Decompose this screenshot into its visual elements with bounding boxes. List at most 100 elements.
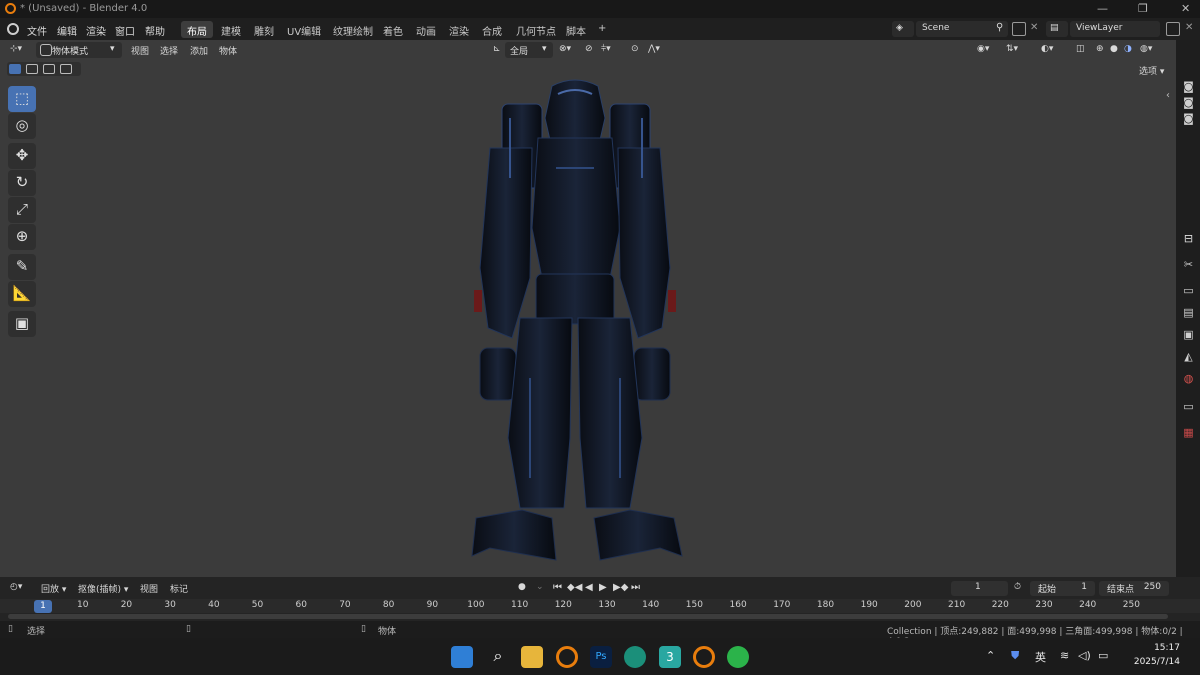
collection-properties-icon[interactable]: ▭ — [1182, 400, 1195, 413]
play-icon[interactable]: ▶ — [599, 582, 607, 593]
tab-texture-paint[interactable]: 纹理绘制 — [327, 21, 379, 38]
viewlayer-name-field[interactable]: ViewLayer — [1070, 21, 1160, 37]
menu-add[interactable]: 添加 — [190, 44, 208, 58]
scale-tool[interactable]: ⤢ — [8, 197, 36, 223]
timeline-scrollbar[interactable] — [8, 614, 1168, 619]
snap-icon[interactable]: ⊘ — [585, 44, 593, 58]
snap-target-icon[interactable]: ⫩▾ — [601, 44, 611, 58]
annotate-tool[interactable]: ✎ — [8, 254, 36, 280]
tab-animation[interactable]: 动画 — [410, 21, 442, 38]
new-viewlayer-icon[interactable] — [1166, 22, 1180, 36]
wireframe-shading-icon[interactable]: ⊕ — [1096, 44, 1104, 58]
tab-rendering[interactable]: 渲染 — [443, 21, 475, 38]
3d-viewport[interactable]: ⊹▾ 物体模式 ▾ 视图 选择 添加 物体 ⊾ 全局 ▾ ⊗▾ ⊘ ⫩▾ ⊙ ⋀… — [0, 40, 1188, 577]
volume-icon[interactable]: ◁) — [1078, 649, 1091, 662]
menu-playback[interactable]: 回放 ▾ — [41, 582, 66, 595]
menu-marker[interactable]: 标记 — [170, 582, 188, 595]
tab-layout[interactable]: 布局 — [181, 21, 213, 38]
blender-taskbar-icon[interactable] — [556, 646, 578, 668]
tab-compositing[interactable]: 合成 — [476, 21, 508, 38]
menu-edit[interactable]: 编辑 — [57, 23, 77, 38]
security-icon[interactable]: ⛊ — [1011, 649, 1019, 663]
timeline-editor-type-icon[interactable]: ◴▾ — [10, 582, 22, 592]
play-reverse-icon[interactable]: ◀ — [585, 582, 593, 593]
render-properties-icon[interactable]: ▭ — [1182, 284, 1195, 297]
armored-character-model[interactable] — [460, 78, 690, 564]
menu-timeline-view[interactable]: 视图 — [140, 582, 158, 595]
menu-window[interactable]: 窗口 — [115, 23, 135, 38]
tool-settings-icon[interactable]: ✂ — [1182, 258, 1195, 271]
select-extend-icon[interactable] — [26, 64, 38, 74]
close-icon[interactable]: ✕ — [1181, 2, 1190, 15]
maximize-icon[interactable]: ❐ — [1138, 2, 1148, 15]
clock-date[interactable]: 2025/7/14 — [1118, 657, 1180, 667]
pivot-icon[interactable]: ⊗▾ — [559, 44, 571, 58]
scene-name-field[interactable]: Scene — [916, 21, 1008, 37]
3dsmax-icon[interactable]: 3 — [659, 646, 681, 668]
move-tool[interactable]: ✥ — [8, 143, 36, 169]
menu-render[interactable]: 渲染 — [86, 23, 106, 38]
texture-properties-icon[interactable]: ▦ — [1182, 426, 1195, 439]
tab-modeling[interactable]: 建模 — [215, 21, 247, 38]
camera-icon[interactable]: ◙ — [1182, 96, 1195, 109]
output-properties-icon[interactable]: ▤ — [1182, 306, 1195, 319]
menu-keying[interactable]: 抠像(插帧) ▾ — [78, 582, 128, 595]
rotate-tool[interactable]: ↻ — [8, 170, 36, 196]
delete-viewlayer-icon[interactable]: ✕ — [1185, 22, 1193, 33]
view-layer-properties-icon[interactable]: ▣ — [1182, 328, 1195, 341]
world-properties-icon[interactable]: ◍ — [1182, 372, 1195, 385]
delete-scene-icon[interactable]: ✕ — [1030, 22, 1038, 33]
viewlayer-browse-button[interactable]: ▤ — [1046, 21, 1068, 37]
select-box-tool[interactable]: ⬚ — [8, 86, 36, 112]
select-new-icon[interactable] — [9, 64, 21, 74]
gizmo-icon[interactable]: ⇅▾ — [1006, 44, 1018, 58]
edge-browser-icon[interactable] — [624, 646, 646, 668]
overlay-icon[interactable]: ◐▾ — [1041, 44, 1053, 58]
tab-uv-editing[interactable]: UV编辑 — [281, 21, 327, 38]
record-icon[interactable]: ● — [518, 582, 526, 592]
camera-icon[interactable]: ◙ — [1182, 112, 1195, 125]
tab-shading[interactable]: 着色 — [377, 21, 409, 38]
select-invert-icon[interactable] — [60, 64, 72, 74]
menu-file[interactable]: 文件 — [27, 23, 47, 38]
playhead[interactable]: 1 — [34, 600, 52, 613]
solid-shading-icon[interactable]: ● — [1110, 44, 1118, 58]
menu-object[interactable]: 物体 — [219, 44, 237, 58]
next-keyframe-icon[interactable]: ▶◆ — [613, 582, 628, 593]
mode-dropdown[interactable]: 物体模式 ▾ — [36, 42, 122, 58]
falloff-icon[interactable]: ⋀▾ — [648, 44, 660, 58]
tab-geometry-nodes[interactable]: 几何节点 — [510, 21, 562, 38]
editor-type-icon[interactable]: ⊹▾ — [10, 44, 22, 58]
menu-help[interactable]: 帮助 — [145, 23, 165, 38]
visibility-icon[interactable]: ◉▾ — [977, 44, 989, 58]
cursor-tool[interactable]: ◎ — [8, 113, 36, 139]
sidebar-toggle-icon[interactable]: ‹ — [1166, 90, 1170, 101]
menu-select[interactable]: 选择 — [160, 44, 178, 58]
tab-scripting[interactable]: 脚本 — [560, 21, 592, 38]
frame-ruler[interactable]: 1 10 20 30 40 50 60 70 80 90 100 110 120 130 140 150 16… — [0, 599, 1200, 613]
tray-overflow-icon[interactable]: ⌃ — [986, 649, 995, 662]
new-scene-icon[interactable] — [1012, 22, 1026, 36]
stopwatch-icon[interactable]: ⏱ — [1014, 582, 1021, 592]
jump-end-icon[interactable]: ⏭ — [631, 582, 640, 593]
jump-start-icon[interactable]: ⏮ — [553, 582, 562, 593]
keying-set-icon[interactable]: ⌄ — [536, 582, 544, 592]
rendered-shading-icon[interactable]: ◍▾ — [1140, 44, 1152, 58]
menu-view[interactable]: 视图 — [131, 44, 149, 58]
measure-tool[interactable]: 📐 — [8, 281, 36, 307]
clock-time[interactable]: 15:17 — [1140, 643, 1180, 653]
ime-indicator[interactable]: 英 — [1035, 649, 1046, 665]
photoshop-icon[interactable]: Ps — [590, 646, 612, 668]
file-explorer-icon[interactable] — [521, 646, 543, 668]
add-workspace-button[interactable]: + — [592, 21, 612, 38]
options-button[interactable]: 选项 ▾ — [1139, 64, 1164, 78]
xray-icon[interactable]: ◫ — [1076, 44, 1085, 58]
current-frame-field[interactable]: 1 — [951, 581, 1008, 596]
blender-menu-icon[interactable] — [7, 23, 19, 35]
transform-tool[interactable]: ⊕ — [8, 224, 36, 250]
proportional-edit-icon[interactable]: ⊙ — [631, 44, 639, 58]
search-icon[interactable]: ⌕ — [487, 646, 509, 668]
pin-icon[interactable]: ⚲ — [996, 22, 1003, 33]
material-shading-icon[interactable]: ◑ — [1124, 44, 1132, 58]
orientation-dropdown[interactable]: 全局 ▾ — [505, 42, 553, 58]
